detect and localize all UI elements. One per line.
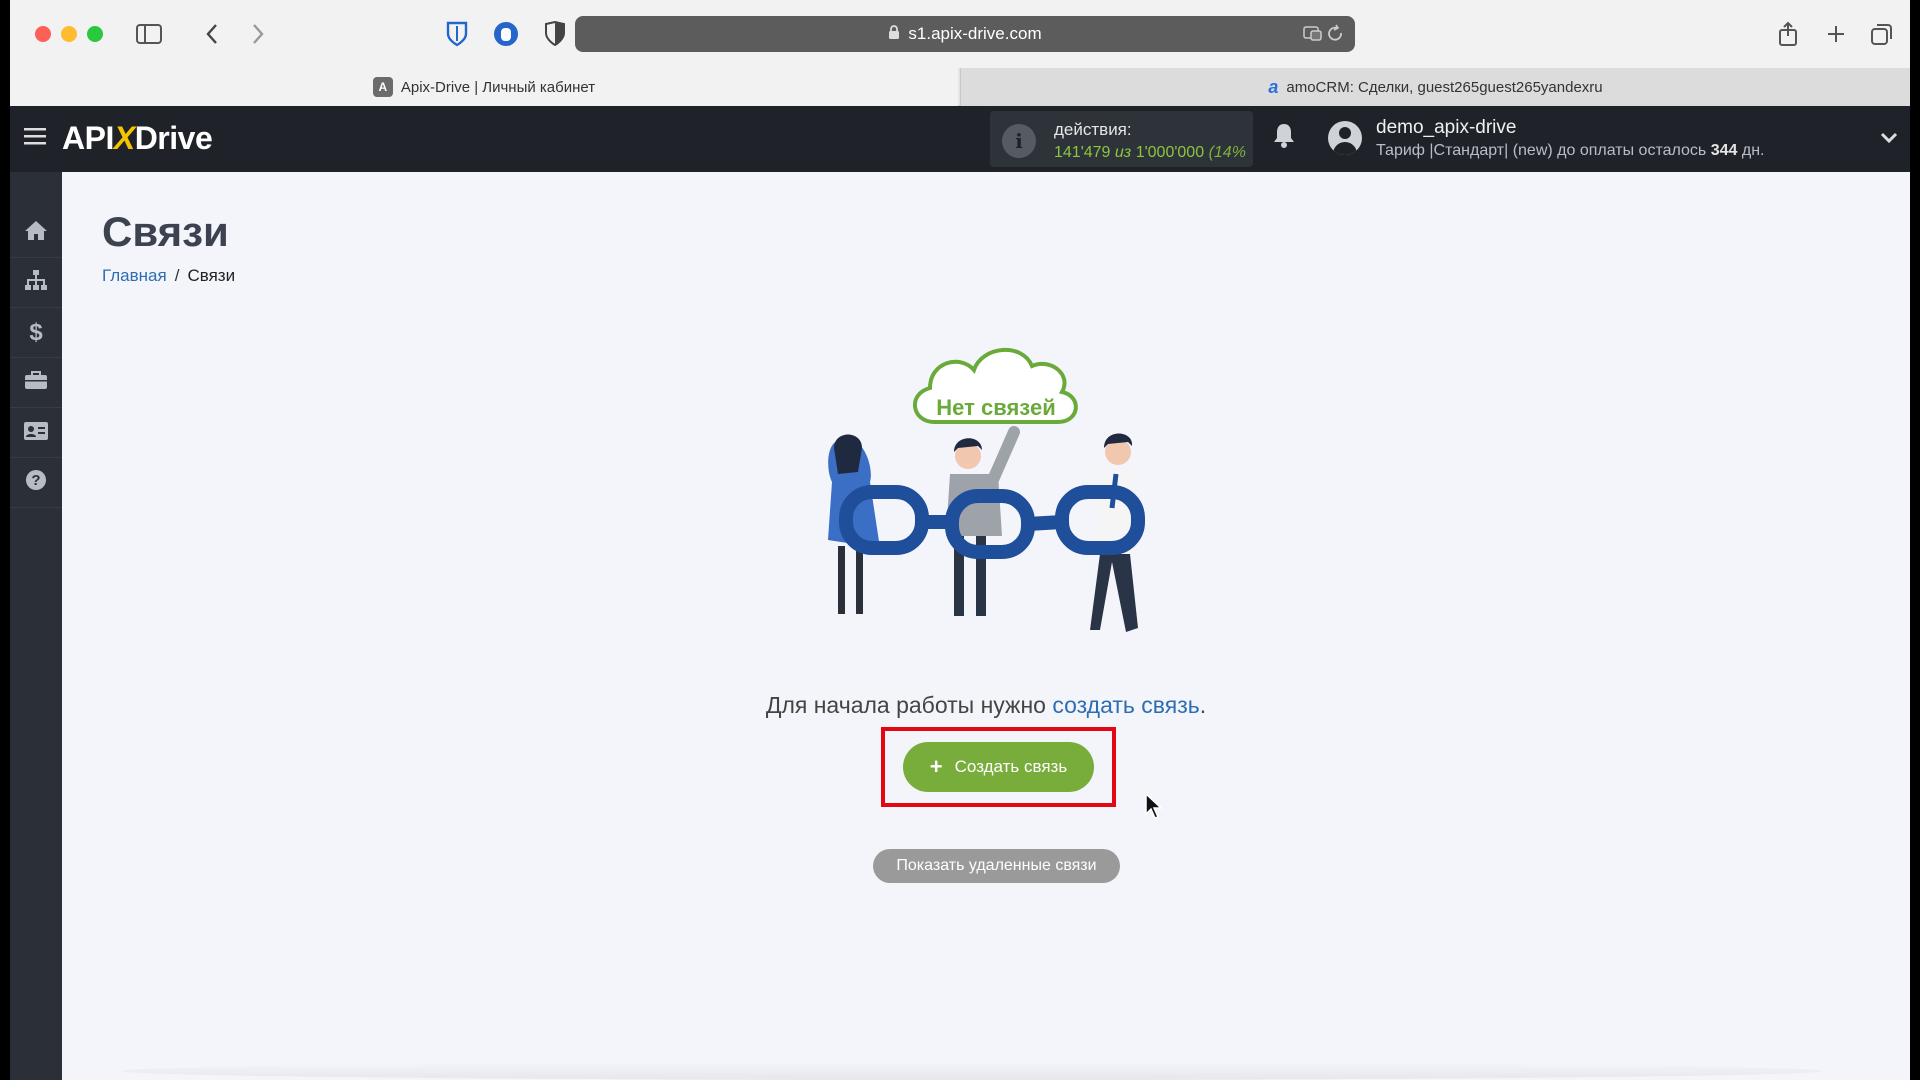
new-tab-icon[interactable] xyxy=(1822,20,1850,48)
menu-icon[interactable] xyxy=(24,126,48,150)
actions-counter[interactable]: i действия: 141'479 из 1'000'000 (14% xyxy=(990,111,1253,167)
lock-icon xyxy=(888,25,900,43)
mouse-cursor-icon xyxy=(1145,792,1163,819)
dollar-icon: $ xyxy=(29,318,43,346)
no-connections-illustration: Нет связей xyxy=(828,348,1145,632)
actions-of: из xyxy=(1114,144,1132,161)
bitwarden-extension-icon[interactable] xyxy=(443,20,471,48)
apix-drive-logo[interactable]: APIXDrive xyxy=(62,120,213,157)
sidebar: $ ? xyxy=(10,172,62,1080)
id-card-icon xyxy=(24,420,48,446)
chevron-down-icon[interactable] xyxy=(1880,124,1898,150)
logo-x: X xyxy=(113,120,135,156)
browser-toolbar: s1.apix-drive.com xyxy=(10,0,1910,68)
show-deleted-connections-button[interactable]: Показать удаленные связи xyxy=(873,849,1120,883)
logo-api: API xyxy=(62,120,114,156)
cloud-icon: Нет связей xyxy=(912,348,1078,424)
question-icon: ? xyxy=(25,469,47,497)
person-left xyxy=(828,434,880,614)
sidebar-item-home[interactable] xyxy=(10,208,62,258)
breadcrumb-current: Связи xyxy=(187,266,236,285)
sidebar-item-connections[interactable] xyxy=(10,258,62,308)
share-icon[interactable] xyxy=(1774,20,1802,48)
create-connection-button[interactable]: + Создать связь xyxy=(903,742,1094,792)
tab-label: Apix-Drive | Личный кабинет xyxy=(400,78,596,96)
tab-overview-icon[interactable] xyxy=(1868,20,1896,48)
adblock-extension-icon[interactable] xyxy=(492,20,520,48)
breadcrumb-home-link[interactable]: Главная xyxy=(102,266,167,285)
empty-state-message: Для начала работы нужно создать связь. xyxy=(62,692,1910,719)
days-unit: дн. xyxy=(1741,142,1765,159)
actions-label: действия: xyxy=(1054,120,1132,139)
lead-text: Для начала работы нужно xyxy=(765,692,1053,718)
maximize-window-button[interactable] xyxy=(87,26,103,42)
forward-icon[interactable] xyxy=(244,20,272,48)
sidebar-item-help[interactable]: ? xyxy=(10,458,62,508)
sidebar-item-services[interactable] xyxy=(10,358,62,408)
username[interactable]: demo_apix-drive xyxy=(1376,117,1516,139)
plus-icon: + xyxy=(929,754,943,779)
browser-window: s1.apix-drive.com A Apix-Drive | Личный … xyxy=(10,0,1910,1080)
amocrm-favicon-icon: a xyxy=(1268,76,1279,97)
tariff-info: Тариф |Стандарт| (new) до оплаты осталос… xyxy=(1376,142,1764,160)
actions-extra: (14% xyxy=(1208,144,1246,161)
lead-end: . xyxy=(1199,692,1207,718)
actions-total: 1'000'000 xyxy=(1135,144,1205,161)
tariff-text: Тариф |Стандарт| (new) до оплаты осталос… xyxy=(1376,142,1707,159)
breadcrumb: Главная / Связи xyxy=(102,266,235,286)
briefcase-icon xyxy=(24,370,48,396)
info-icon: i xyxy=(1002,124,1036,158)
apix-favicon-icon: A xyxy=(372,77,393,97)
close-window-button[interactable] xyxy=(35,26,51,42)
avatar[interactable] xyxy=(1328,121,1362,155)
create-connection-label: Создать связь xyxy=(954,757,1068,776)
minimize-window-button[interactable] xyxy=(61,26,77,42)
logo-drive: Drive xyxy=(134,120,213,156)
tab-bar: A Apix-Drive | Личный кабинет a amoCRM: … xyxy=(10,68,1910,106)
url-text: s1.apix-drive.com xyxy=(908,24,1042,43)
sidebar-item-contacts[interactable] xyxy=(10,408,62,458)
sitemap-icon xyxy=(24,269,48,297)
page-title: Связи xyxy=(102,208,229,255)
tab-amocrm[interactable]: a amoCRM: Сделки, guest265guest265yandex… xyxy=(960,68,1910,106)
address-bar[interactable]: s1.apix-drive.com xyxy=(575,16,1355,52)
actions-used: 141'479 xyxy=(1054,144,1111,161)
sidebar-item-billing[interactable]: $ xyxy=(10,308,62,358)
create-connection-link[interactable]: создать связь xyxy=(1052,692,1199,718)
main-content: Связи Главная / Связи Нет связей Для нач… xyxy=(62,172,1910,1080)
actions-count: 141'479 из 1'000'000 (14% xyxy=(1054,144,1246,162)
privacy-shield-icon[interactable] xyxy=(541,20,569,48)
sidebar-toggle-icon[interactable] xyxy=(135,20,163,48)
bell-icon[interactable] xyxy=(1272,122,1296,155)
back-icon[interactable] xyxy=(198,20,226,48)
days-left: 344 xyxy=(1710,142,1738,159)
breadcrumb-separator: / xyxy=(174,266,180,285)
tab-apix-drive[interactable]: A Apix-Drive | Личный кабинет xyxy=(10,68,958,106)
tab-label: amoCRM: Сделки, guest265guest265yandexru xyxy=(1286,78,1603,96)
app-header: APIXDrive i действия: 141'479 из 1'000'0… xyxy=(10,106,1910,172)
reload-icon[interactable] xyxy=(1303,24,1343,49)
home-icon xyxy=(24,219,48,247)
svg-text:?: ? xyxy=(31,472,40,489)
bottom-shadow xyxy=(122,1062,1822,1080)
cloud-text: Нет связей xyxy=(936,395,1055,420)
